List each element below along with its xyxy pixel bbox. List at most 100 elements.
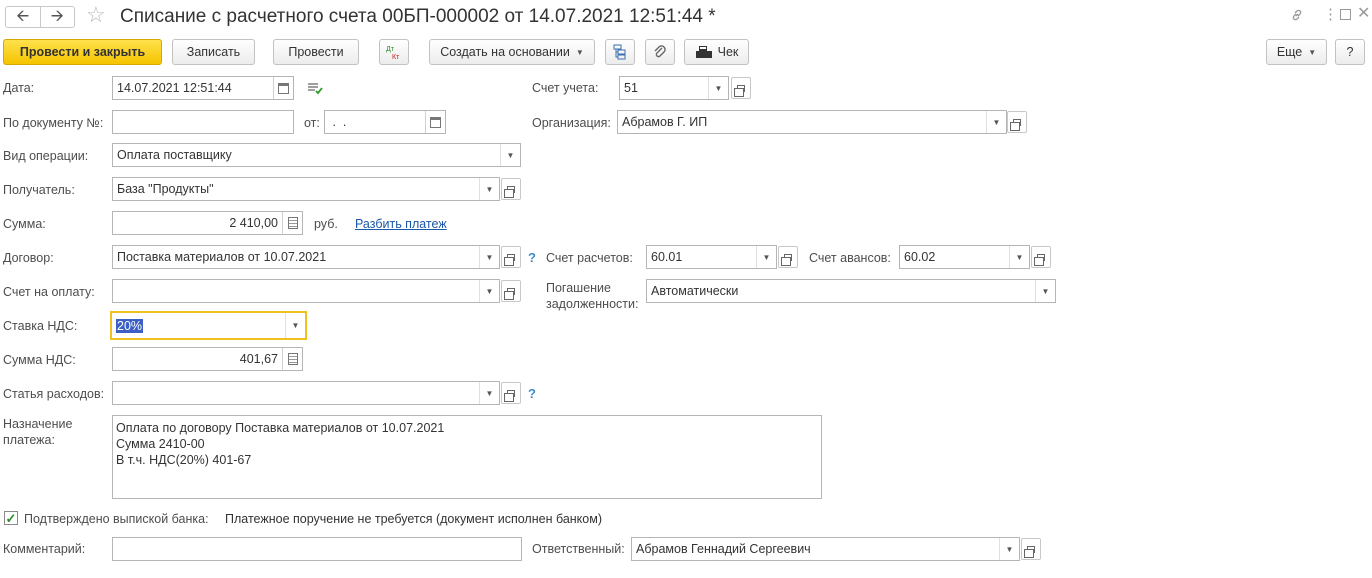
debt-repayment-label-line1: Погашение bbox=[546, 281, 611, 295]
from-date-field[interactable]: . . bbox=[324, 110, 446, 134]
cash-register-icon bbox=[695, 46, 712, 58]
open-icon[interactable] bbox=[501, 246, 521, 268]
contract-value: Поставка материалов от 10.07.2021 bbox=[117, 250, 327, 264]
post-status-icon[interactable] bbox=[307, 82, 323, 98]
vat-rate-label: Ставка НДС: bbox=[3, 319, 78, 333]
date-value: 14.07.2021 12:51:44 bbox=[117, 81, 232, 95]
maximize-icon[interactable] bbox=[1340, 9, 1351, 20]
navigation-buttons: 🡨 🡪 bbox=[5, 6, 75, 28]
chevron-down-icon[interactable]: ▼ bbox=[1035, 280, 1055, 302]
doc-number-field[interactable] bbox=[112, 110, 294, 134]
post-and-close-button[interactable]: Провести и закрыть bbox=[3, 39, 162, 65]
advance-account-field[interactable]: 60.02 ▼ bbox=[899, 245, 1030, 269]
chevron-down-icon[interactable]: ▼ bbox=[708, 77, 728, 99]
create-based-on-label: Создать на основании bbox=[440, 45, 570, 59]
open-icon[interactable] bbox=[501, 280, 521, 302]
open-icon[interactable] bbox=[1031, 246, 1051, 268]
expense-item-value bbox=[113, 382, 479, 404]
comment-field[interactable] bbox=[112, 537, 522, 561]
sum-field[interactable]: 2 410,00 bbox=[112, 211, 303, 235]
from-date-label: от: bbox=[304, 116, 320, 130]
debt-repayment-field[interactable]: Автоматически ▼ bbox=[646, 279, 1056, 303]
expense-item-label: Статья расходов: bbox=[3, 387, 105, 401]
page-title: Списание с расчетного счета 00БП-000002 … bbox=[120, 6, 716, 27]
calendar-icon[interactable] bbox=[425, 111, 445, 133]
settlement-account-field[interactable]: 60.01 ▼ bbox=[646, 245, 777, 269]
chevron-down-icon: ▼ bbox=[575, 47, 584, 57]
chevron-down-icon[interactable]: ▼ bbox=[479, 246, 499, 268]
responsible-label: Ответственный: bbox=[532, 542, 625, 556]
open-icon[interactable] bbox=[731, 77, 751, 99]
recipient-field[interactable]: База "Продукты" ▼ bbox=[112, 177, 500, 201]
svg-text:Дт: Дт bbox=[386, 46, 395, 53]
comment-value bbox=[113, 538, 521, 560]
bank-confirmed-note: Платежное поручение не требуется (докуме… bbox=[225, 512, 602, 526]
advance-account-label: Счет авансов: bbox=[809, 251, 891, 265]
create-based-on-button[interactable]: Создать на основании ▼ bbox=[429, 39, 595, 65]
contract-help-icon[interactable]: ? bbox=[528, 250, 536, 265]
chevron-down-icon[interactable]: ▼ bbox=[479, 178, 499, 200]
calculator-icon[interactable] bbox=[282, 348, 302, 370]
open-icon[interactable] bbox=[1007, 111, 1027, 133]
help-button[interactable]: ? bbox=[1335, 39, 1365, 65]
calculator-icon[interactable] bbox=[282, 212, 302, 234]
star-icon[interactable]: ☆ bbox=[86, 4, 106, 26]
arrow-right-icon[interactable]: 🡪 bbox=[39, 7, 75, 27]
advance-account-value: 60.02 bbox=[904, 250, 936, 264]
structure-button[interactable] bbox=[605, 39, 635, 65]
calendar-icon[interactable] bbox=[273, 77, 293, 99]
vat-rate-field[interactable]: 20% ▼ bbox=[110, 311, 307, 340]
doc-number-value bbox=[113, 111, 293, 133]
chevron-down-icon[interactable]: ▼ bbox=[479, 280, 499, 302]
responsible-field[interactable]: Абрамов Геннадий Сергеевич ▼ bbox=[631, 537, 1020, 561]
more-button[interactable]: Еще ▼ bbox=[1266, 39, 1327, 65]
vat-rate-value: 20% bbox=[116, 318, 144, 333]
invoice-field[interactable]: ▼ bbox=[112, 279, 500, 303]
debt-repayment-value: Автоматически bbox=[651, 284, 739, 298]
recipient-label: Получатель: bbox=[3, 183, 75, 197]
dt-kt-icon: Дт Кт bbox=[386, 46, 400, 61]
dt-kt-report-button[interactable]: Дт Кт bbox=[379, 39, 409, 65]
from-date-value: . . bbox=[329, 115, 347, 129]
save-button[interactable]: Записать bbox=[172, 39, 255, 65]
open-icon[interactable] bbox=[1021, 538, 1041, 560]
organization-field[interactable]: Абрамов Г. ИП ▼ bbox=[617, 110, 1007, 134]
sum-value: 2 410,00 bbox=[229, 216, 278, 230]
post-button[interactable]: Провести bbox=[273, 39, 359, 65]
chevron-down-icon[interactable]: ▼ bbox=[999, 538, 1019, 560]
vat-sum-field[interactable]: 401,67 bbox=[112, 347, 303, 371]
organization-value: Абрамов Г. ИП bbox=[622, 115, 708, 129]
open-icon[interactable] bbox=[501, 382, 521, 404]
more-vertical-icon[interactable]: ⋮ bbox=[1323, 7, 1338, 22]
comment-label: Комментарий: bbox=[3, 542, 86, 556]
receipt-button[interactable]: Чек bbox=[684, 39, 749, 65]
chevron-down-icon[interactable]: ▼ bbox=[285, 313, 305, 338]
receipt-label: Чек bbox=[717, 45, 739, 59]
invoice-value bbox=[113, 280, 479, 302]
chevron-down-icon[interactable]: ▼ bbox=[500, 144, 520, 166]
link-icon[interactable] bbox=[1290, 8, 1304, 25]
expense-help-icon[interactable]: ? bbox=[528, 386, 536, 401]
invoice-label: Счет на оплату: bbox=[3, 285, 95, 299]
operation-type-field[interactable]: Оплата поставщику ▼ bbox=[112, 143, 521, 167]
bank-confirmed-checkbox[interactable]: ✓ bbox=[4, 511, 18, 525]
chevron-down-icon[interactable]: ▼ bbox=[1009, 246, 1029, 268]
account-value: 51 bbox=[624, 81, 638, 95]
chevron-down-icon[interactable]: ▼ bbox=[986, 111, 1006, 133]
open-icon[interactable] bbox=[778, 246, 798, 268]
account-field[interactable]: 51 ▼ bbox=[619, 76, 729, 100]
chevron-down-icon[interactable]: ▼ bbox=[479, 382, 499, 404]
close-icon[interactable]: ✕ bbox=[1357, 6, 1370, 22]
arrow-left-icon[interactable]: 🡨 bbox=[6, 7, 40, 27]
organization-label: Организация: bbox=[532, 116, 611, 130]
settlement-account-label: Счет расчетов: bbox=[546, 251, 633, 265]
date-field[interactable]: 14.07.2021 12:51:44 bbox=[112, 76, 294, 100]
chevron-down-icon[interactable]: ▼ bbox=[756, 246, 776, 268]
doc-number-label: По документу №: bbox=[3, 116, 104, 130]
attachment-button[interactable] bbox=[645, 39, 675, 65]
contract-field[interactable]: Поставка материалов от 10.07.2021 ▼ bbox=[112, 245, 500, 269]
open-icon[interactable] bbox=[501, 178, 521, 200]
split-payment-link[interactable]: Разбить платеж bbox=[355, 217, 447, 231]
expense-item-field[interactable]: ▼ bbox=[112, 381, 500, 405]
purpose-textarea[interactable]: Оплата по договору Поставка материалов о… bbox=[112, 415, 822, 499]
